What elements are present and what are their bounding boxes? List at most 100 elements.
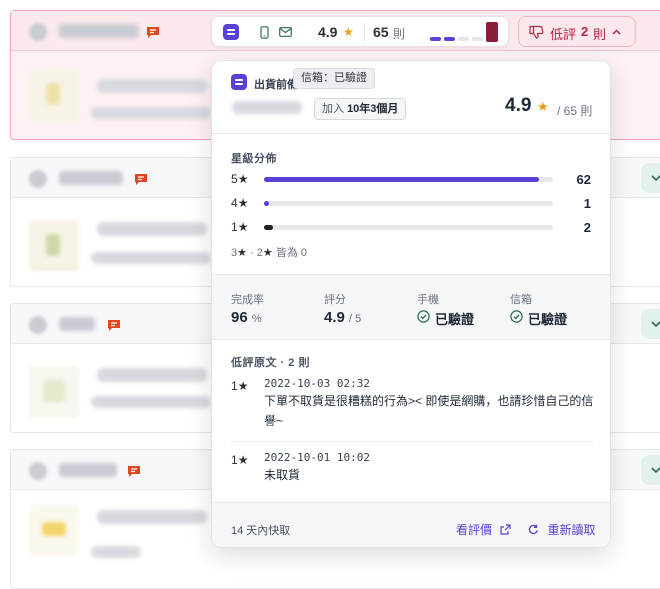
completion-number: 96 <box>231 309 248 326</box>
distribution-bar-track <box>264 225 553 230</box>
joined-prefix: 加入 <box>322 103 344 115</box>
row-star-value: 4 <box>231 196 238 210</box>
phone-icon <box>260 26 269 39</box>
rating-value: 4.9 / 5 <box>324 309 361 326</box>
low-rating-label: 低評 <box>550 27 577 42</box>
zero-stars-note: 3★ · 2★ 皆為 0 <box>231 247 308 259</box>
distribution-bar-track <box>264 201 553 206</box>
distribution-row: 5★ 62 <box>212 172 610 188</box>
chat-icon[interactable] <box>107 319 121 332</box>
star-icon: ★ <box>537 99 549 114</box>
brand-label: 出貨前備 <box>254 79 298 91</box>
joined-duration-badge: 加入 10年3個月 <box>314 98 407 120</box>
product-thumbnail[interactable] <box>29 220 79 272</box>
star-icon: ★ <box>237 220 249 234</box>
email-verified: 已驗證 <box>528 312 568 327</box>
email-verified-tooltip: 信箱：已驗證 <box>293 68 375 89</box>
score-pill <box>458 37 469 41</box>
product-thumbnail[interactable] <box>29 69 79 121</box>
star-icon: ★ <box>237 453 249 467</box>
zero-note-text: 皆為 0 <box>275 247 308 259</box>
product-title-blurred <box>97 368 207 382</box>
low-rating-button[interactable]: 低評 2 則 <box>518 16 636 47</box>
product-title-blurred <box>97 510 207 524</box>
row-star-label: 1★ <box>231 220 248 234</box>
low-rating-unit: 則 <box>593 27 607 42</box>
product-meta-blurred <box>91 396 211 408</box>
product-thumbnail[interactable] <box>29 366 79 418</box>
review-star-value: 1 <box>231 453 238 467</box>
brand-logo-icon <box>223 24 239 40</box>
review-star-value: 1 <box>231 379 238 393</box>
review-text: 未取貨 <box>264 468 301 482</box>
seller-rating-bar[interactable]: 4.9 ★ 65 則 <box>211 16 509 47</box>
review-item: 1★ 2022-10-03 02:32 下單不取貨是很糟糕的行為>< 即使是網購… <box>212 377 610 439</box>
product-meta-blurred <box>91 107 211 119</box>
distribution-title: 星級分佈 <box>231 153 277 165</box>
thumbs-down-icon <box>529 25 544 39</box>
external-link-icon <box>500 524 512 535</box>
divider <box>364 23 365 42</box>
chevron-up-icon <box>612 29 621 35</box>
overall-total: / 65 則 <box>557 104 593 118</box>
product-thumbnail[interactable] <box>29 504 79 556</box>
seller-name-blurred <box>232 101 302 114</box>
product-title-blurred <box>97 79 207 93</box>
row-star-label: 4★ <box>231 196 248 210</box>
seller-rating-popover: 出貨前備 信箱：已驗證 加入 10年3個月 4.9 ★ / 65 則 星級分佈 … <box>211 60 611 548</box>
avatar <box>29 316 47 334</box>
view-reviews-link[interactable]: 看評價 <box>456 521 512 539</box>
brand-logo-icon <box>231 74 247 90</box>
reload-button[interactable]: 重新讀取 <box>528 521 595 539</box>
rating-label: 評分 <box>324 294 346 306</box>
star-icon: ★ <box>237 172 249 186</box>
product-title-blurred <box>97 222 207 236</box>
phone-label: 手機 <box>417 294 439 306</box>
cache-note: 14 天內快取 <box>231 525 291 537</box>
reload-label: 重新讀取 <box>547 523 596 537</box>
popover-footer: 14 天內快取 看評價 重新讀取 <box>212 502 610 547</box>
low-reviews-title: 低評原文 · 2 則 <box>231 357 310 369</box>
expand-button[interactable] <box>641 163 660 193</box>
distribution-bar-track <box>264 177 553 182</box>
distribution-bar-fill <box>264 225 274 230</box>
phone-verified: 已驗證 <box>435 312 475 327</box>
row-count: 62 <box>576 172 591 187</box>
chat-icon[interactable] <box>134 173 148 186</box>
score-pill <box>430 37 441 41</box>
review-star: 1★ <box>231 379 248 393</box>
completion-value: 96 % <box>231 309 262 326</box>
chevron-down-icon <box>651 321 660 328</box>
review-star: 1★ <box>231 453 248 467</box>
joined-value: 10年3個月 <box>347 103 399 115</box>
rating-score: 4.9 <box>318 24 338 40</box>
star-icon: ★ <box>262 247 273 259</box>
review-count: 65 <box>373 24 389 40</box>
expand-button[interactable] <box>641 309 660 339</box>
star-icon: ★ <box>237 247 247 259</box>
seller-name-blurred <box>59 463 117 477</box>
view-reviews-label: 看評價 <box>456 523 493 537</box>
star-icon: ★ <box>343 25 354 39</box>
distribution-row: 4★ 1 <box>212 196 610 212</box>
expand-button[interactable] <box>641 455 660 485</box>
seller-name-blurred <box>59 24 139 38</box>
chat-icon[interactable] <box>146 26 160 39</box>
check-circle-icon <box>510 310 523 323</box>
chevron-down-icon <box>651 175 660 182</box>
stats-section: 完成率 96 % 評分 4.9 / 5 手機 已驗證 信箱 已驗證 <box>212 274 610 340</box>
mail-icon <box>279 27 292 37</box>
low-rating-indicator <box>486 22 498 42</box>
chat-icon[interactable] <box>127 465 141 478</box>
review-count-unit: 則 <box>393 27 406 41</box>
row-star-value: 5 <box>231 172 238 186</box>
divider <box>231 441 593 442</box>
check-circle-icon <box>417 310 430 323</box>
avatar <box>29 23 47 41</box>
score-pill <box>444 37 455 41</box>
review-text: 下單不取貨是很糟糕的行為>< 即使是網購，也請珍惜自己的信譽~ <box>264 394 594 428</box>
distribution-bar-fill <box>264 177 539 182</box>
distribution-bar-fill <box>264 201 269 206</box>
star-icon: ★ <box>237 379 249 393</box>
avatar <box>29 462 47 480</box>
